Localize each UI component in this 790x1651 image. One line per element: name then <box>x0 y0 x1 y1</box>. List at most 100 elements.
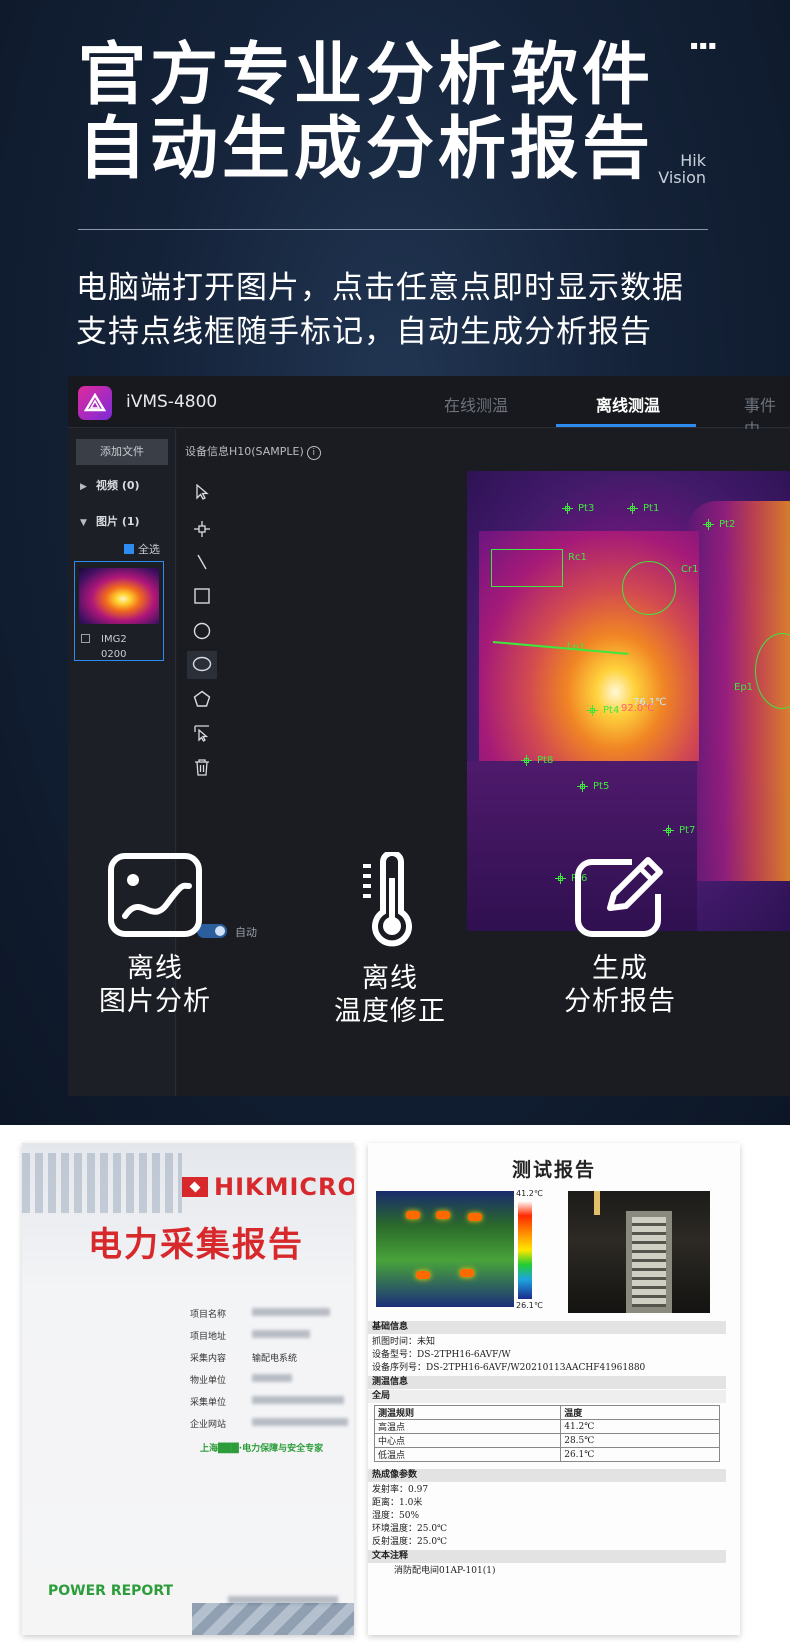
select-all-checkbox[interactable]: 全选 <box>124 541 160 557</box>
app-name: iVMS-4800 <box>126 392 218 412</box>
hero-section: 官方专业分析软件 自动生成分析报告 ▪▪▪ Hik Vision 电脑端打开图片… <box>0 0 790 1125</box>
table-cell: 中心点 <box>373 1433 562 1448</box>
rectangle-tool-icon[interactable] <box>187 583 217 611</box>
brand-mark: ▪▪▪ <box>690 38 718 52</box>
cover-row: 采集单位 <box>190 1395 344 1408</box>
point-marker-icon <box>627 503 638 514</box>
app-logo-icon <box>78 386 112 420</box>
feature-line-2: 图片分析 <box>99 986 211 1017</box>
table-header: 测温规则 <box>373 1405 562 1420</box>
table-cell: 26.1℃ <box>560 1447 720 1462</box>
tab-online-measure[interactable]: 在线测温 <box>444 392 508 416</box>
feature-label: 离线 图片分析 <box>55 952 255 1018</box>
power-report-cover: HIKMICRO 电力采集报告 项目名称 项目地址 采集内容 输配电系统 物业单位… <box>22 1143 354 1635</box>
info-icon[interactable]: i <box>306 446 321 460</box>
cover-row: 企业网站 <box>190 1417 348 1430</box>
table-header-row: 测温规则 温度 <box>373 1405 720 1420</box>
hikmicro-logo-icon <box>182 1177 208 1197</box>
chart-image-icon <box>108 853 202 937</box>
thumbnail-checkbox[interactable] <box>81 634 90 643</box>
marker-label: Pt1 <box>643 503 660 514</box>
line-tool-icon[interactable] <box>187 549 217 577</box>
edit-icon <box>575 857 663 937</box>
table-cell: 28.5℃ <box>560 1433 720 1448</box>
thermal-thumbnail <box>79 568 159 624</box>
scale-max-label: 41.2℃ <box>516 1189 543 1198</box>
tree-images-label: 图片 (1) <box>96 515 140 528</box>
point-marker-icon <box>587 705 598 716</box>
hikmicro-wordmark: HIKMICRO <box>214 1173 354 1201</box>
cover-row: 项目名称 <box>190 1307 330 1320</box>
divider <box>78 229 708 230</box>
marker-label: Rc1 <box>568 552 587 563</box>
cover-row-label: 企业网站 <box>190 1420 227 1430</box>
point-marker-icon <box>703 519 714 530</box>
tree-item-images[interactable]: ▼ 图片 (1) <box>80 513 140 529</box>
report-thermal-image <box>376 1191 514 1307</box>
feature-line-2: 温度修正 <box>334 996 446 1027</box>
circle-tool-icon[interactable] <box>187 617 217 645</box>
cover-row: 采集内容 输配电系统 <box>190 1351 297 1364</box>
point-marker-icon <box>562 503 573 514</box>
tree-video-label: 视频 (0) <box>96 479 140 492</box>
brand-line-1: Hik <box>680 151 706 170</box>
marker-label: Pt8 <box>537 755 554 766</box>
select-area-tool-icon[interactable] <box>187 719 217 747</box>
reflected-temperature: 反射温度：25.0℃ <box>372 1537 448 1547</box>
point-marker-icon <box>577 781 588 792</box>
pointer-tool-icon[interactable] <box>187 479 217 507</box>
point-tool-icon[interactable] <box>187 515 217 543</box>
chevron-down-icon: ▼ <box>80 518 87 528</box>
section-notes: 文本注释 <box>368 1550 726 1563</box>
power-report-label: POWER REPORT <box>48 1583 174 1599</box>
thermometer-icon <box>363 852 412 947</box>
marker-label: Ep1 <box>734 682 754 693</box>
add-file-button[interactable]: 添加文件 <box>76 439 168 465</box>
title-bar: iVMS-4800 在线测温 离线测温 事件中 <box>68 376 790 439</box>
rectangle-marker-rc1[interactable]: Rc1 <box>491 549 587 587</box>
table-cell: 低温点 <box>373 1447 562 1462</box>
brand-line-2: Vision <box>658 168 706 187</box>
point-marker-icon <box>663 825 674 836</box>
select-all-label: 全选 <box>138 543 160 556</box>
image-thumbnail-card[interactable]: IMG2 0200 <box>74 561 164 661</box>
section-basic-info: 基础信息 <box>368 1321 726 1334</box>
device-serial: 设备序列号：DS-2TPH16-6AVF/W20210113AACHF41961… <box>372 1363 646 1373</box>
marker-label: Pt4 <box>603 705 620 716</box>
device-model: 设备型号：DS-2TPH16-6AVF/W <box>372 1350 511 1360</box>
thumbnail-filename-2: 0200 <box>101 649 127 660</box>
measure-table: 测温规则 温度 高温点 41.2℃ 中心点 28.5℃ 低温点 26.1℃ <box>373 1405 720 1462</box>
table-row: 高温点 41.2℃ <box>373 1419 720 1434</box>
section-global: 全局 <box>368 1390 726 1403</box>
temperature-scale-bar <box>518 1201 532 1299</box>
page: 官方专业分析软件 自动生成分析报告 ▪▪▪ Hik Vision 电脑端打开图片… <box>0 0 790 1651</box>
tree-item-video[interactable]: ▶ 视频 (0) <box>80 477 140 493</box>
cover-skyline-graphic <box>22 1153 182 1213</box>
active-tab-indicator <box>556 424 696 427</box>
table-cell: 高温点 <box>373 1419 562 1434</box>
marker-label: Pt7 <box>679 825 696 836</box>
thumbnail-filename-1: IMG2 <box>101 634 127 645</box>
cover-row: 物业单位 <box>190 1373 292 1386</box>
capture-time: 抓图时间：未知 <box>372 1337 436 1347</box>
feature-generate-report: 生成 分析报告 <box>520 852 720 1018</box>
subline-2: 支持点线框随手标记，自动生成分析报告 <box>76 314 652 350</box>
ambient-temperature: 环境温度：25.0℃ <box>372 1524 448 1534</box>
distance: 距离：1.0米 <box>372 1498 423 1508</box>
brand-logo-text: Hik Vision <box>656 152 706 186</box>
circle-marker-cr1[interactable]: Cr1 <box>622 561 698 615</box>
checkbox-checked-icon <box>124 544 134 554</box>
humidity: 湿度：50% <box>372 1511 420 1521</box>
tab-offline-measure[interactable]: 离线测温 <box>596 392 660 416</box>
polygon-tool-icon[interactable] <box>187 685 217 713</box>
feature-label: 离线 温度修正 <box>290 962 490 1028</box>
feature-line-1: 离线 <box>362 963 418 994</box>
thumbnail-filename: IMG2 0200 <box>101 632 127 662</box>
chevron-right-icon: ▶ <box>80 482 87 492</box>
feature-line-2: 分析报告 <box>564 986 676 1017</box>
feature-image-analysis: 离线 图片分析 <box>55 852 255 1018</box>
section-measure-info: 测温信息 <box>368 1376 726 1389</box>
ellipse-tool-icon[interactable] <box>187 651 217 679</box>
cover-title: 电力采集报告 <box>88 1225 304 1265</box>
delete-icon[interactable] <box>187 753 217 781</box>
